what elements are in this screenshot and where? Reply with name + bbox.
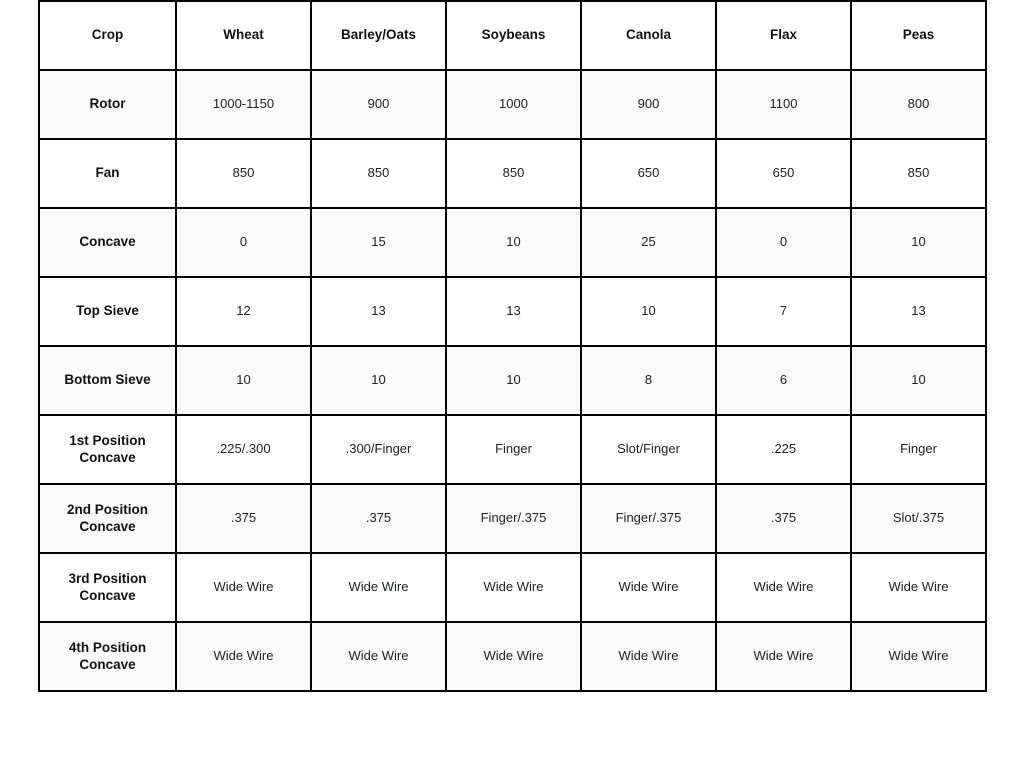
cell-top-sieve-soybeans: 13 [445,276,582,347]
row-label-rotor: Rotor [38,69,177,140]
cell-2nd-position-concave-peas: Slot/.375 [850,483,987,554]
row-label-1st-position-concave: 1st Position Concave [38,414,177,485]
cell-3rd-position-concave-flax: Wide Wire [715,552,852,623]
row-label-concave: Concave [38,207,177,278]
cell-4th-position-concave-wheat: Wide Wire [175,621,312,692]
cell-1st-position-concave-peas: Finger [850,414,987,485]
cell-concave-flax: 0 [715,207,852,278]
table-header-row: Crop Wheat Barley/Oats Soybeans Canola F… [38,0,987,71]
column-header-soybeans: Soybeans [445,0,582,71]
cell-1st-position-concave-wheat: .225/.300 [175,414,312,485]
table-row: Bottom Sieve 10 10 10 8 6 10 [38,345,987,416]
cell-bottom-sieve-flax: 6 [715,345,852,416]
cell-2nd-position-concave-wheat: .375 [175,483,312,554]
row-label-2nd-position-concave: 2nd Position Concave [38,483,177,554]
cell-bottom-sieve-wheat: 10 [175,345,312,416]
cell-1st-position-concave-barley-oats: .300/Finger [310,414,447,485]
column-header-flax: Flax [715,0,852,71]
table-row: Top Sieve 12 13 13 10 7 13 [38,276,987,347]
cell-concave-peas: 10 [850,207,987,278]
cell-1st-position-concave-flax: .225 [715,414,852,485]
row-label-bottom-sieve: Bottom Sieve [38,345,177,416]
cell-concave-soybeans: 10 [445,207,582,278]
row-label-fan: Fan [38,138,177,209]
cell-3rd-position-concave-peas: Wide Wire [850,552,987,623]
cell-concave-wheat: 0 [175,207,312,278]
column-header-barley-oats: Barley/Oats [310,0,447,71]
cell-fan-barley-oats: 850 [310,138,447,209]
cell-3rd-position-concave-wheat: Wide Wire [175,552,312,623]
cell-top-sieve-canola: 10 [580,276,717,347]
table-row: Concave 0 15 10 25 0 10 [38,207,987,278]
settings-table-container: Crop Wheat Barley/Oats Soybeans Canola F… [38,0,987,692]
table-row: Rotor 1000-1150 900 1000 900 1100 800 [38,69,987,140]
table-header: Crop Wheat Barley/Oats Soybeans Canola F… [38,0,987,71]
row-label-top-sieve: Top Sieve [38,276,177,347]
cell-top-sieve-wheat: 12 [175,276,312,347]
column-header-canola: Canola [580,0,717,71]
column-header-crop: Crop [38,0,177,71]
table-row: Fan 850 850 850 650 650 850 [38,138,987,209]
cell-fan-wheat: 850 [175,138,312,209]
cell-3rd-position-concave-barley-oats: Wide Wire [310,552,447,623]
cell-fan-soybeans: 850 [445,138,582,209]
cell-4th-position-concave-soybeans: Wide Wire [445,621,582,692]
cell-rotor-canola: 900 [580,69,717,140]
cell-2nd-position-concave-soybeans: Finger/.375 [445,483,582,554]
table-row: 4th Position Concave Wide Wire Wide Wire… [38,621,987,692]
cell-bottom-sieve-canola: 8 [580,345,717,416]
cell-3rd-position-concave-soybeans: Wide Wire [445,552,582,623]
cell-rotor-soybeans: 1000 [445,69,582,140]
cell-4th-position-concave-barley-oats: Wide Wire [310,621,447,692]
cell-2nd-position-concave-flax: .375 [715,483,852,554]
cell-rotor-barley-oats: 900 [310,69,447,140]
cell-fan-flax: 650 [715,138,852,209]
cell-rotor-peas: 800 [850,69,987,140]
cell-rotor-flax: 1100 [715,69,852,140]
cell-1st-position-concave-canola: Slot/Finger [580,414,717,485]
cell-1st-position-concave-soybeans: Finger [445,414,582,485]
cell-fan-peas: 850 [850,138,987,209]
cell-fan-canola: 650 [580,138,717,209]
cell-4th-position-concave-flax: Wide Wire [715,621,852,692]
cell-top-sieve-barley-oats: 13 [310,276,447,347]
cell-bottom-sieve-peas: 10 [850,345,987,416]
cell-4th-position-concave-peas: Wide Wire [850,621,987,692]
page-root: Crop Wheat Barley/Oats Soybeans Canola F… [0,0,1024,768]
cell-bottom-sieve-barley-oats: 10 [310,345,447,416]
table-body: Rotor 1000-1150 900 1000 900 1100 800 Fa… [38,69,987,692]
cell-2nd-position-concave-barley-oats: .375 [310,483,447,554]
row-label-4th-position-concave: 4th Position Concave [38,621,177,692]
crop-settings-table: Crop Wheat Barley/Oats Soybeans Canola F… [38,0,987,692]
cell-3rd-position-concave-canola: Wide Wire [580,552,717,623]
table-row: 2nd Position Concave .375 .375 Finger/.3… [38,483,987,554]
column-header-peas: Peas [850,0,987,71]
row-label-3rd-position-concave: 3rd Position Concave [38,552,177,623]
cell-top-sieve-peas: 13 [850,276,987,347]
table-row: 1st Position Concave .225/.300 .300/Fing… [38,414,987,485]
cell-concave-barley-oats: 15 [310,207,447,278]
cell-4th-position-concave-canola: Wide Wire [580,621,717,692]
table-row: 3rd Position Concave Wide Wire Wide Wire… [38,552,987,623]
cell-bottom-sieve-soybeans: 10 [445,345,582,416]
cell-2nd-position-concave-canola: Finger/.375 [580,483,717,554]
column-header-wheat: Wheat [175,0,312,71]
cell-concave-canola: 25 [580,207,717,278]
cell-rotor-wheat: 1000-1150 [175,69,312,140]
cell-top-sieve-flax: 7 [715,276,852,347]
